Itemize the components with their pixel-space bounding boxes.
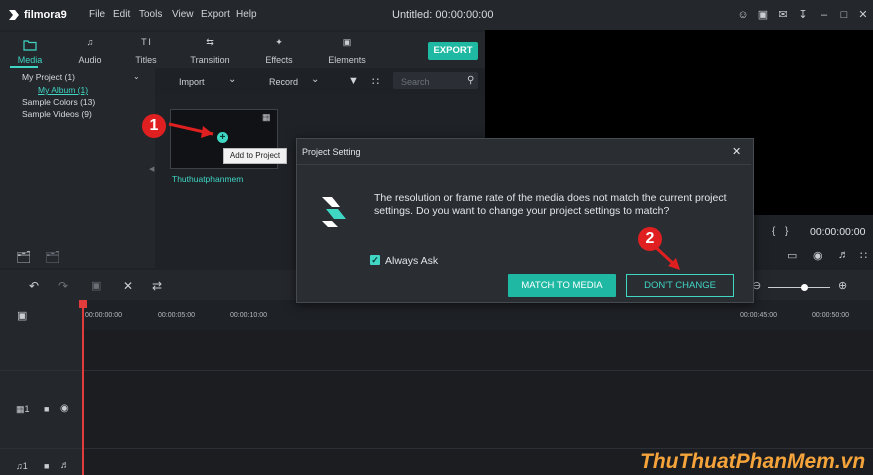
zoom-slider-handle[interactable] xyxy=(801,284,808,291)
menu-help[interactable]: Help xyxy=(236,9,257,20)
track-divider xyxy=(0,448,873,449)
sidebar-item-sample-colors[interactable]: Sample Colors (13) xyxy=(22,97,95,107)
ruler-label: 00:00:05:00 xyxy=(158,312,195,319)
close-window-icon[interactable]: ✕ xyxy=(857,9,869,21)
menu-edit[interactable]: Edit xyxy=(113,9,130,20)
undo-icon[interactable]: ↶ xyxy=(29,279,39,293)
brace-left-icon[interactable]: { xyxy=(772,226,775,237)
filmora-window: filmora9 File Edit Tools View Export Hel… xyxy=(0,0,873,475)
delete-folder-icon[interactable]: 🗂 xyxy=(45,250,60,264)
brace-right-icon[interactable]: } xyxy=(785,226,788,237)
zoom-slider[interactable] xyxy=(768,287,830,288)
zoom-in-icon[interactable]: ⊕ xyxy=(838,279,847,292)
collapse-sidebar-icon[interactable]: ◀ xyxy=(149,165,154,173)
chevron-down-icon[interactable]: ⌄ xyxy=(133,72,140,81)
step-badge-2: 2 xyxy=(638,227,662,251)
search-placeholder: Search xyxy=(401,77,430,87)
audio-track-icon: ♫1 xyxy=(16,461,28,471)
playhead[interactable] xyxy=(82,300,84,475)
record-dropdown-icon[interactable]: ⌄ xyxy=(311,74,319,85)
window-title: Untitled: 00:00:00:00 xyxy=(392,9,494,21)
tab-audio[interactable]: ♫ Audio xyxy=(70,32,110,68)
export-button[interactable]: EXPORT xyxy=(428,42,478,60)
dont-change-button[interactable]: DON'T CHANGE xyxy=(626,274,734,297)
fullscreen-icon[interactable]: ∷ xyxy=(860,249,867,262)
sidebar-item-my-project[interactable]: My Project (1) xyxy=(22,72,75,82)
folder-icon xyxy=(23,40,37,51)
lock-icon[interactable]: ■ xyxy=(44,461,49,471)
import-dropdown-icon[interactable]: ⌄ xyxy=(228,74,236,85)
menu-view[interactable]: View xyxy=(172,9,194,20)
step-badge-1: 1 xyxy=(142,114,166,138)
watermark: ThuThuatPhanMem.vn xyxy=(640,450,866,473)
menu-file[interactable]: File xyxy=(89,9,105,20)
video-track-icon: ▦1 xyxy=(16,404,30,414)
match-to-media-button[interactable]: MATCH TO MEDIA xyxy=(508,274,616,297)
lock-icon[interactable]: ■ xyxy=(44,404,49,414)
module-tabs: Media ♫ Audio T I Titles ⇆ Transition ✦ … xyxy=(0,32,485,68)
effects-icon: ✦ xyxy=(275,37,283,47)
tab-titles[interactable]: T I Titles xyxy=(126,32,166,68)
menu-export[interactable]: Export xyxy=(201,9,230,20)
tab-media[interactable]: Media xyxy=(10,32,50,68)
music-note-icon: ♫ xyxy=(86,37,94,47)
tab-elements[interactable]: ▣ Elements xyxy=(323,32,371,68)
redo-icon[interactable]: ↷ xyxy=(58,279,68,293)
sidebar-item-my-album[interactable]: My Album (1) xyxy=(38,85,88,95)
record-button[interactable]: Record xyxy=(269,77,298,87)
image-icon: ▣ xyxy=(342,37,352,47)
grid-view-icon[interactable]: ∷ xyxy=(372,75,379,88)
preview-timecode: 00:00:00:00 xyxy=(810,226,866,238)
logo-text: filmora9 xyxy=(24,9,67,21)
checkbox-label: Always Ask xyxy=(385,255,439,267)
import-button[interactable]: Import xyxy=(179,77,205,87)
display-icon[interactable]: ▭ xyxy=(787,249,797,262)
eye-icon[interactable]: ◉ xyxy=(60,403,69,414)
delete-icon[interactable]: ▣ xyxy=(91,279,101,292)
filter-icon[interactable]: ▼ xyxy=(348,75,359,87)
add-track-icon[interactable]: ▣ xyxy=(17,309,27,322)
film-icon: ▦ xyxy=(262,112,271,122)
dialog-divider xyxy=(297,164,751,165)
dialog-message: The resolution or frame rate of the medi… xyxy=(374,192,727,217)
adjust-icon[interactable]: ⇄ xyxy=(152,279,162,293)
download-icon[interactable]: ↧ xyxy=(797,9,809,21)
maximize-icon[interactable]: □ xyxy=(838,9,850,21)
playhead-handle[interactable] xyxy=(79,300,87,308)
dialog-title: Project Setting xyxy=(302,147,361,157)
search-icon[interactable]: ⚲ xyxy=(467,75,474,86)
tooltip: Add to Project xyxy=(223,148,287,164)
ruler-label: 00:00:00:00 xyxy=(85,312,122,319)
ruler-label: 00:00:50:00 xyxy=(812,312,849,319)
tab-transition[interactable]: ⇆ Transition xyxy=(182,32,238,68)
track-divider xyxy=(0,370,873,371)
text-icon: T I xyxy=(141,37,151,47)
new-folder-icon[interactable]: 🗂 xyxy=(16,250,31,264)
always-ask-checkbox[interactable]: ✓ xyxy=(370,255,380,265)
speaker-icon[interactable]: ♬ xyxy=(60,460,70,471)
volume-icon[interactable]: ♬ xyxy=(838,249,849,261)
ruler-label: 00:00:45:00 xyxy=(740,312,777,319)
tab-effects[interactable]: ✦ Effects xyxy=(256,32,302,68)
filmora-logo-icon xyxy=(322,197,346,227)
filmora-logo-icon xyxy=(9,10,19,20)
clip-name: Thuthuatphanmem xyxy=(172,174,244,184)
close-icon[interactable]: ✕ xyxy=(732,145,741,158)
snapshot-icon[interactable]: ◉ xyxy=(813,249,823,262)
save-icon[interactable]: ▣ xyxy=(757,9,769,21)
transition-icon: ⇆ xyxy=(206,37,214,47)
sidebar-item-sample-videos[interactable]: Sample Videos (9) xyxy=(22,109,92,119)
minimize-icon[interactable]: – xyxy=(818,9,830,21)
account-icon[interactable]: ☺ xyxy=(737,9,749,21)
mail-icon[interactable]: ✉ xyxy=(777,9,789,21)
menu-tools[interactable]: Tools xyxy=(139,9,162,20)
app-logo: filmora9 xyxy=(8,6,67,24)
ruler-label: 00:00:10:00 xyxy=(230,312,267,319)
cut-icon[interactable]: ✕ xyxy=(123,279,133,293)
